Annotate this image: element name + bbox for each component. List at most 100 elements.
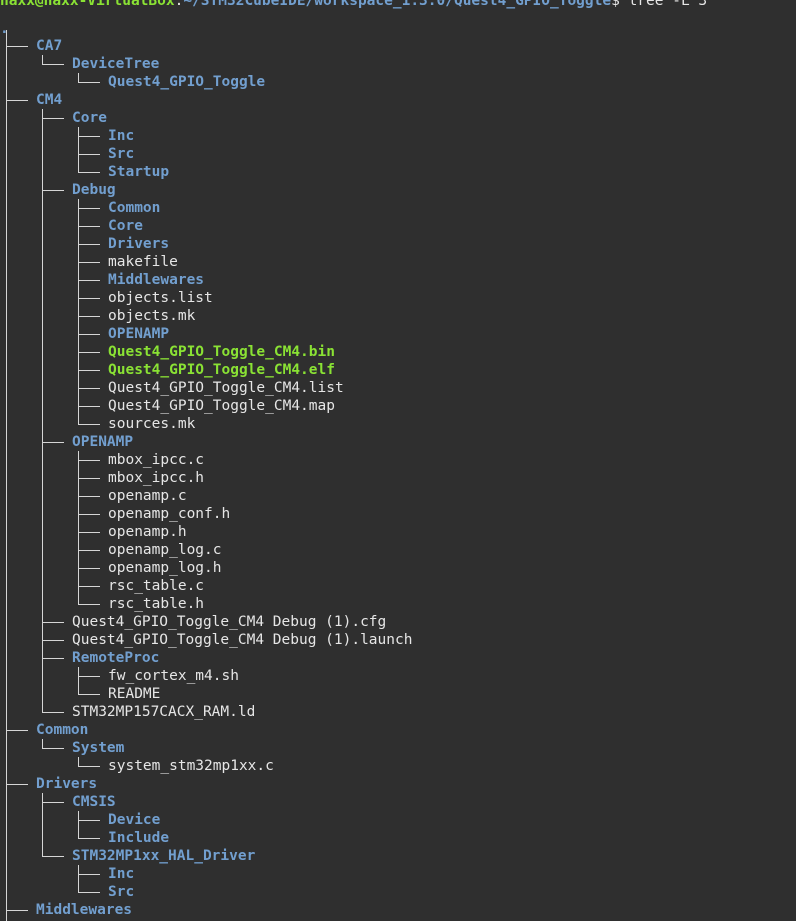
tree-file-entry[interactable]: Quest4_GPIO_Toggle_CM4 Debug (1).cfg [72, 613, 386, 631]
tree-branch-line [78, 820, 100, 821]
tree-dir-entry[interactable]: Src [108, 145, 134, 163]
tree-file-entry[interactable]: mbox_ipcc.c [108, 451, 204, 469]
tree-branch-line [42, 64, 64, 65]
tree-dir-entry[interactable]: OPENAMP [108, 325, 169, 343]
tree-branch-line [78, 280, 100, 281]
tree-branch-line [42, 442, 64, 443]
tree-branch-line [78, 766, 100, 767]
tree-dir-entry[interactable]: Src [108, 883, 134, 901]
tree-branch-line [78, 136, 100, 137]
tree-branch-line [78, 604, 100, 605]
tree-branch-line [78, 226, 100, 227]
tree-file-entry[interactable]: fw_cortex_m4.sh [108, 667, 239, 685]
tree-dir-entry[interactable]: STM32MP1xx_HAL_Driver [72, 847, 255, 865]
tree-branch-line [78, 370, 100, 371]
tree-dir-entry[interactable]: RemoteProc [72, 649, 159, 667]
tree-file-entry[interactable]: openamp_conf.h [108, 505, 230, 523]
tree-file-entry[interactable]: Quest4_GPIO_Toggle_CM4 Debug (1).launch [72, 631, 412, 649]
tree-guide-line [78, 451, 79, 605]
tree-branch-line [78, 586, 100, 587]
tree-exec-entry[interactable]: Quest4_GPIO_Toggle_CM4.bin [108, 343, 335, 361]
tree-guide-line [6, 30, 7, 921]
tree-file-entry[interactable]: openamp.c [108, 487, 187, 505]
tree-file-entry[interactable]: openamp.h [108, 523, 187, 541]
terminal-window[interactable]: haxx@haxx-VirtualBox:~/STM32CubeIDE/work… [0, 0, 796, 921]
tree-branch-line [42, 622, 64, 623]
tree-file-entry[interactable]: sources.mk [108, 415, 195, 433]
tree-file-entry[interactable]: objects.mk [108, 307, 195, 325]
tree-dir-entry[interactable]: Quest4_GPIO_Toggle [108, 73, 265, 91]
tree-branch-line [78, 298, 100, 299]
tree-branch-line [78, 82, 100, 83]
tree-dir-entry[interactable]: Drivers [108, 235, 169, 253]
tree-branch-line [78, 424, 100, 425]
tree-guide-line [42, 55, 43, 65]
tree-dir-entry[interactable]: Inc [108, 127, 134, 145]
tree-guide-line [42, 739, 43, 749]
tree-dir-entry[interactable]: Common [108, 199, 160, 217]
prompt-user-host: haxx@haxx-VirtualBox [0, 0, 175, 9]
tree-dir-entry[interactable]: DeviceTree [72, 55, 159, 73]
tree-branch-line [42, 712, 64, 713]
tree-file-entry[interactable]: STM32MP157CACX_RAM.ld [72, 703, 255, 721]
tree-branch-line [78, 406, 100, 407]
tree-dir-entry[interactable]: Drivers [36, 775, 97, 793]
tree-guide-line [78, 667, 79, 695]
tree-file-entry[interactable]: rsc_table.h [108, 595, 204, 613]
tree-guide-line [78, 811, 79, 839]
prompt-path: ~/STM32CubeIDE/workspace_1.3.0/Quest4_GP… [183, 0, 612, 9]
tree-file-entry[interactable]: objects.list [108, 289, 213, 307]
tree-dir-entry[interactable]: CA7 [36, 37, 62, 55]
tree-branch-line [78, 496, 100, 497]
tree-branch-line [42, 658, 64, 659]
tree-branch-line [78, 244, 100, 245]
tree-branch-line [78, 172, 100, 173]
tree-dir-entry[interactable]: Debug [72, 181, 116, 199]
prompt-command: $ tree -L 3 [611, 0, 708, 9]
tree-branch-line [6, 100, 28, 101]
tree-file-entry[interactable]: makefile [108, 253, 178, 271]
tree-dir-entry[interactable]: Core [72, 109, 107, 127]
tree-file-entry[interactable]: openamp_log.h [108, 559, 222, 577]
tree-file-entry[interactable]: Quest4_GPIO_Toggle_CM4.list [108, 379, 344, 397]
tree-dir-entry[interactable]: Include [108, 829, 169, 847]
tree-file-entry[interactable]: openamp_log.c [108, 541, 222, 559]
tree-branch-line [42, 640, 64, 641]
tree-dir-entry[interactable]: Middlewares [36, 901, 132, 919]
tree-branch-line [42, 856, 64, 857]
tree-root: . [0, 21, 9, 37]
shell-prompt: haxx@haxx-VirtualBox:~/STM32CubeIDE/work… [0, 0, 707, 10]
tree-file-entry[interactable]: Quest4_GPIO_Toggle_CM4.map [108, 397, 335, 415]
tree-branch-line [78, 352, 100, 353]
tree-dir-entry[interactable]: Core [108, 217, 143, 235]
tree-file-entry[interactable]: system_stm32mp1xx.c [108, 757, 274, 775]
tree-branch-line [78, 568, 100, 569]
tree-dir-entry[interactable]: Common [36, 721, 88, 739]
tree-branch-line [78, 514, 100, 515]
tree-dir-entry[interactable]: OPENAMP [72, 433, 133, 451]
tree-dir-entry[interactable]: CM4 [36, 91, 62, 109]
tree-dir-entry[interactable]: Startup [108, 163, 169, 181]
tree-branch-line [78, 532, 100, 533]
tree-exec-entry[interactable]: Quest4_GPIO_Toggle_CM4.elf [108, 361, 335, 379]
tree-dir-entry[interactable]: Device [108, 811, 160, 829]
tree-file-entry[interactable]: rsc_table.c [108, 577, 204, 595]
tree-dir-entry[interactable]: System [72, 739, 124, 757]
tree-guide-line [42, 793, 43, 857]
tree-branch-line [78, 334, 100, 335]
tree-branch-line [78, 550, 100, 551]
tree-branch-line [78, 694, 100, 695]
tree-guide-line [78, 199, 79, 425]
tree-branch-line [78, 154, 100, 155]
tree-dir-entry[interactable]: CMSIS [72, 793, 116, 811]
tree-dir-entry[interactable]: Inc [108, 865, 134, 883]
tree-file-entry[interactable]: README [108, 685, 160, 703]
tree-dir-entry[interactable]: Middlewares [108, 271, 204, 289]
tree-branch-line [78, 838, 100, 839]
tree-branch-line [78, 388, 100, 389]
tree-branch-line [78, 874, 100, 875]
tree-branch-line [78, 478, 100, 479]
tree-branch-line [78, 676, 100, 677]
tree-branch-line [42, 802, 64, 803]
tree-file-entry[interactable]: mbox_ipcc.h [108, 469, 204, 487]
